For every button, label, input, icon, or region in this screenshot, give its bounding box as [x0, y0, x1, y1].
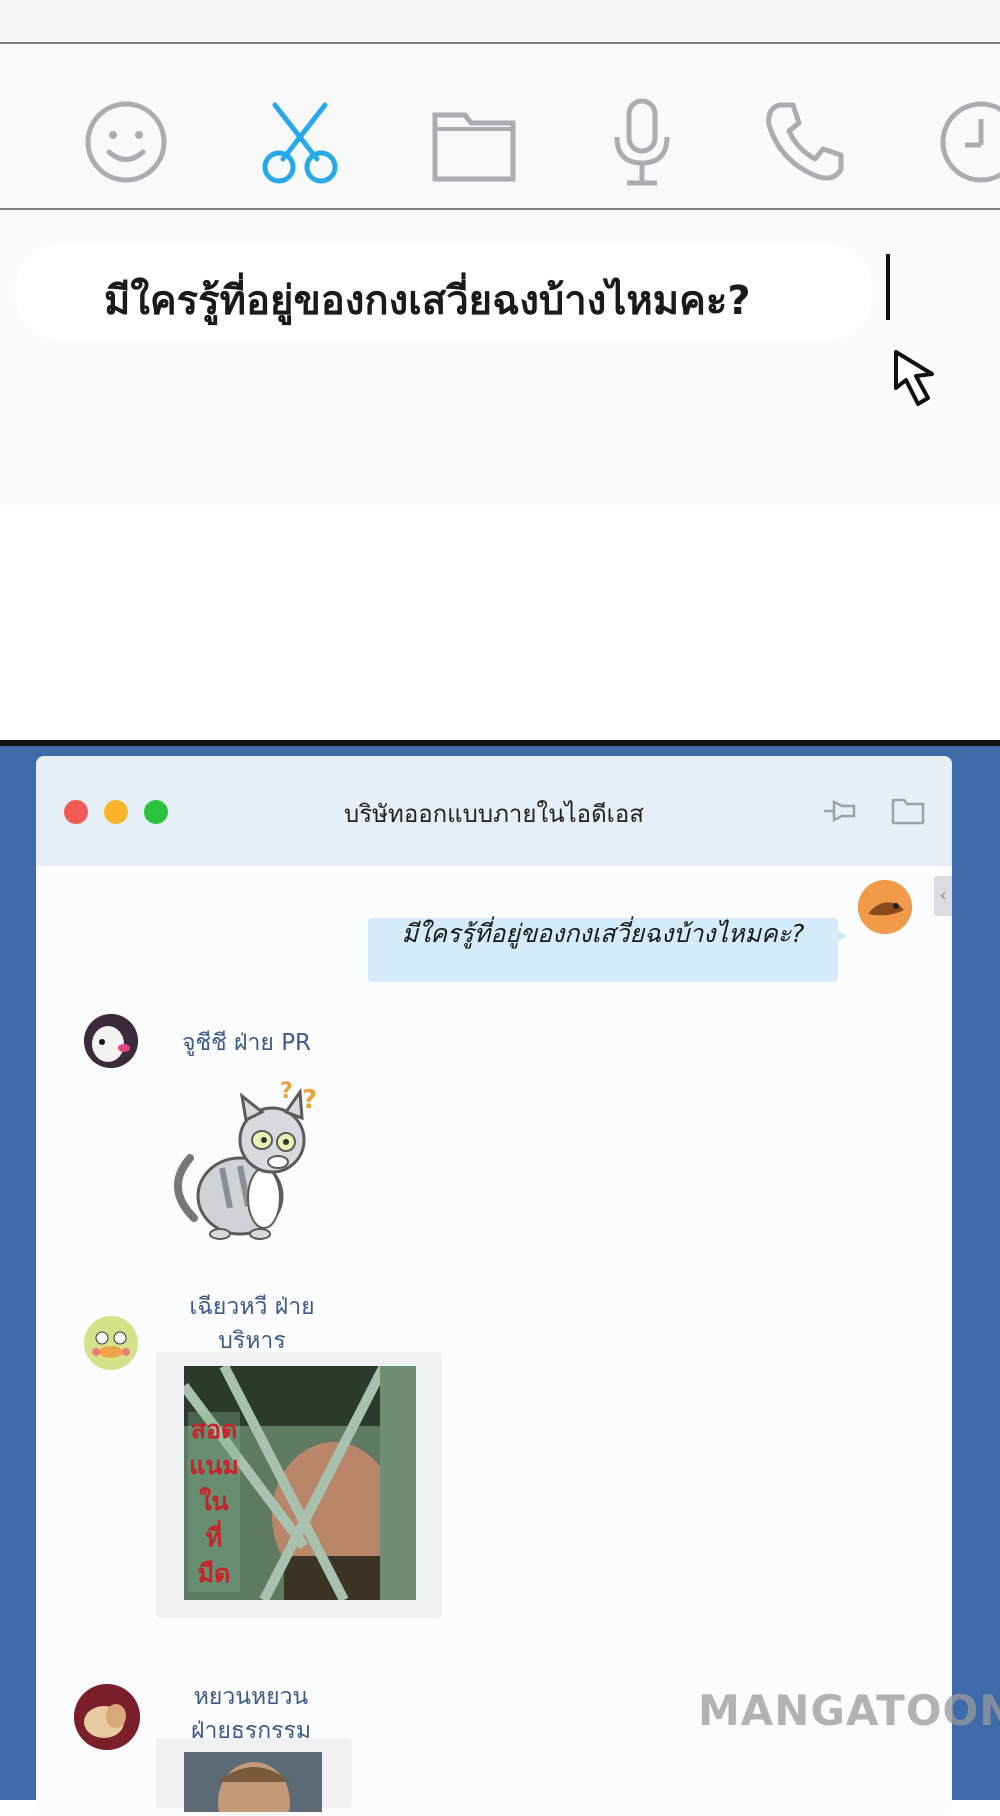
self-message-bubble[interactable]: มีใครรู้ที่อยู่ของกงเสวี่ยฉงบ้างไหมคะ?	[368, 918, 838, 982]
sender-name-line: หยวนหยวน	[193, 1684, 309, 1710]
scissors-icon[interactable]	[252, 94, 348, 190]
phone-icon[interactable]	[758, 94, 854, 190]
side-panel-toggle[interactable]: ‹	[934, 876, 952, 916]
mouse-cursor-icon	[894, 350, 934, 406]
overlay-line: ใน	[199, 1487, 229, 1516]
watermark: MANGATOON	[698, 1686, 1000, 1735]
divider-line	[0, 208, 1000, 210]
divider-line	[0, 42, 1000, 44]
svg-text:?: ?	[280, 1079, 293, 1104]
shared-image[interactable]	[184, 1752, 322, 1812]
window-title: บริษัทออกแบบภายในไอดีเอส	[344, 800, 644, 828]
overlay-line: แนม	[189, 1451, 239, 1480]
overlay-line: สอด	[190, 1415, 238, 1444]
smiley-icon[interactable]	[78, 94, 174, 190]
draft-message-text[interactable]: มีใครรู้ที่อยู่ของกงเสวี่ยฉงบ้างไหมคะ?	[104, 268, 864, 332]
bubble-tail	[834, 928, 848, 944]
sender-name-line: เฉียวหวี ฝ่าย	[189, 1294, 315, 1320]
microphone-icon[interactable]	[594, 94, 690, 190]
svg-text:?: ?	[302, 1085, 317, 1115]
avatar[interactable]	[84, 1316, 138, 1370]
text-caret	[886, 254, 890, 320]
sender-name: เฉียวหวี ฝ่าย บริหาร	[182, 1290, 322, 1358]
avatar[interactable]	[74, 1684, 140, 1750]
chevron-left-icon: ‹	[939, 885, 947, 906]
top-strip	[0, 0, 1000, 42]
pin-icon[interactable]	[822, 796, 858, 826]
folder-icon[interactable]	[426, 94, 522, 190]
image-overlay-text: สอด แนม ใน ที่ มืด	[188, 1412, 240, 1592]
blank-area	[0, 506, 1000, 745]
window-titlebar: บริษัทออกแบบภายในไอดีเอส	[36, 756, 952, 866]
cat-sticker[interactable]: ? ?	[168, 1078, 328, 1242]
composer-toolbar	[0, 46, 1000, 210]
folder-icon[interactable]	[890, 796, 926, 826]
overlay-line: มืด	[197, 1559, 231, 1588]
sender-name: จูชีชี ฝ่าย PR	[182, 1030, 312, 1056]
composer-zoom-panel: มีใครรู้ที่อยู่ของกงเสวี่ยฉงบ้างไหมคะ?	[0, 0, 1000, 745]
chat-window: บริษัทออกแบบภายในไอดีเอส	[36, 756, 952, 1816]
avatar[interactable]	[84, 1014, 138, 1068]
self-avatar[interactable]	[858, 880, 912, 934]
overlay-line: ที่	[205, 1523, 223, 1552]
clock-icon[interactable]	[928, 94, 1000, 190]
